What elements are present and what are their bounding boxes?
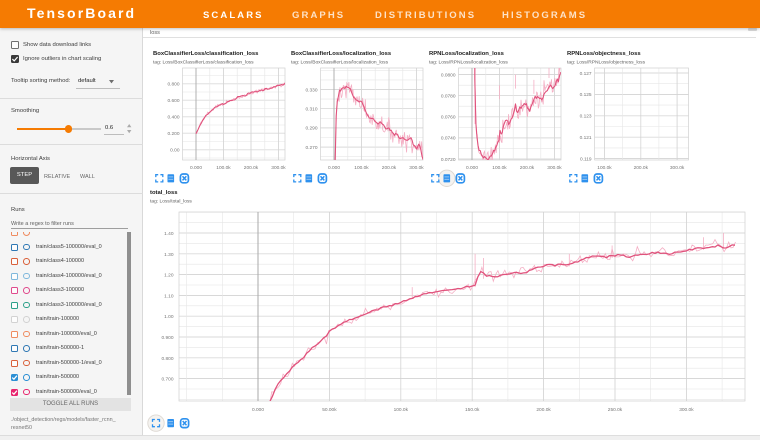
svg-text:0.0760: 0.0760: [441, 115, 456, 121]
svg-text:300.0k: 300.0k: [271, 165, 286, 171]
svg-text:250.0k: 250.0k: [608, 407, 623, 413]
svg-text:50.00k: 50.00k: [322, 407, 337, 413]
svg-text:200.0k: 200.0k: [536, 407, 551, 413]
svg-text:0.125: 0.125: [580, 92, 592, 98]
svg-text:0.000: 0.000: [466, 165, 478, 171]
svg-text:300.0k: 300.0k: [547, 165, 562, 171]
svg-text:BoxClassifierLoss/classificati: BoxClassifierLoss/classification_loss: [153, 51, 259, 57]
svg-text:1.00: 1.00: [164, 314, 174, 320]
svg-text:RPNLoss/localization_loss: RPNLoss/localization_loss: [429, 51, 505, 57]
svg-text:200.0k: 200.0k: [382, 165, 397, 171]
svg-text:total_loss: total_loss: [150, 190, 178, 196]
svg-text:200.0k: 200.0k: [520, 165, 535, 171]
svg-text:0.121: 0.121: [580, 135, 592, 141]
svg-text:0.0780: 0.0780: [441, 94, 456, 100]
svg-text:0.119: 0.119: [580, 156, 592, 162]
svg-text:1.40: 1.40: [164, 231, 174, 237]
svg-text:100.0k: 100.0k: [216, 165, 231, 171]
svg-text:0.0720: 0.0720: [441, 157, 456, 163]
svg-text:100.0k: 100.0k: [492, 165, 507, 171]
svg-text:1.30: 1.30: [164, 252, 174, 258]
svg-text:tag: Loss/RPNLoss/localization: tag: Loss/RPNLoss/localization_loss: [429, 60, 508, 66]
svg-text:0.0800: 0.0800: [441, 72, 456, 78]
svg-text:0.123: 0.123: [580, 114, 592, 120]
svg-text:0.700: 0.700: [161, 377, 173, 383]
svg-text:300.0k: 300.0k: [670, 165, 685, 171]
svg-text:200.0k: 200.0k: [244, 165, 259, 171]
svg-text:1.10: 1.10: [164, 293, 174, 299]
svg-text:0.800: 0.800: [167, 82, 179, 88]
svg-text:0.310: 0.310: [305, 107, 317, 113]
svg-text:0.127: 0.127: [580, 71, 592, 77]
svg-text:0.900: 0.900: [161, 335, 173, 341]
svg-text:100.0k: 100.0k: [597, 165, 612, 171]
svg-text:tag: Loss/total_loss: tag: Loss/total_loss: [150, 199, 192, 205]
svg-text:BoxClassifierLoss/localization: BoxClassifierLoss/localization_loss: [291, 51, 392, 57]
svg-text:0.600: 0.600: [167, 98, 179, 104]
svg-text:0.000: 0.000: [328, 165, 340, 171]
svg-text:1.20: 1.20: [164, 273, 174, 279]
svg-text:tag: Loss/BoxClassifierLoss/cl: tag: Loss/BoxClassifierLoss/classificati…: [153, 60, 254, 66]
svg-text:200.0k: 200.0k: [634, 165, 649, 171]
svg-text:0.330: 0.330: [305, 87, 317, 93]
svg-text:0.400: 0.400: [167, 115, 179, 121]
svg-text:0.270: 0.270: [305, 145, 317, 151]
svg-text:300.0k: 300.0k: [409, 165, 424, 171]
svg-text:0.000: 0.000: [190, 165, 202, 171]
svg-text:100.0k: 100.0k: [354, 165, 369, 171]
svg-text:100.0k: 100.0k: [394, 407, 409, 413]
svg-text:0.000: 0.000: [252, 407, 264, 413]
svg-text:tag: Loss/RPNLoss/objectness_l: tag: Loss/RPNLoss/objectness_loss: [567, 60, 646, 66]
svg-text:tag: Loss/BoxClassifierLoss/lo: tag: Loss/BoxClassifierLoss/localization…: [291, 60, 389, 66]
svg-text:0.200: 0.200: [167, 131, 179, 137]
svg-text:0.00: 0.00: [170, 148, 180, 154]
svg-text:0.290: 0.290: [305, 126, 317, 132]
svg-text:RPNLoss/objectness_loss: RPNLoss/objectness_loss: [567, 51, 641, 57]
svg-text:0.800: 0.800: [161, 356, 173, 362]
svg-text:0.0740: 0.0740: [441, 136, 456, 142]
svg-text:150.0k: 150.0k: [465, 407, 480, 413]
svg-text:300.0k: 300.0k: [679, 407, 694, 413]
